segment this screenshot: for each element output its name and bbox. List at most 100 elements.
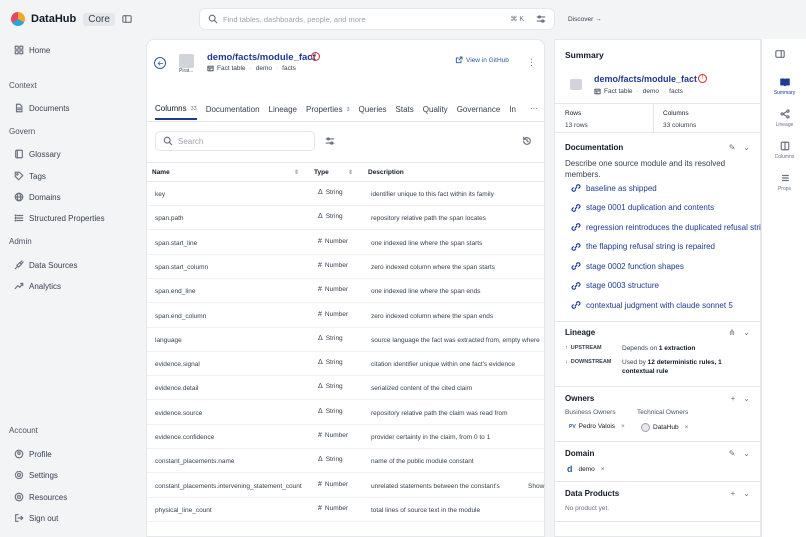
chevron-down-icon[interactable]: ⌄ (743, 449, 750, 458)
chevron-down-icon[interactable]: ⌄ (743, 328, 750, 337)
show-more-link[interactable]: Show (528, 483, 544, 490)
column-name: constant_placements.intervening_statemen… (155, 482, 302, 490)
sidebar-item-data-sources[interactable]: Data Sources (14, 260, 77, 270)
breadcrumb-demo[interactable]: demo (256, 65, 272, 72)
sidebar-item-domains[interactable]: Domains (14, 192, 61, 202)
rail-summary[interactable]: Summary (762, 77, 806, 96)
discover-link[interactable]: Discover → (568, 16, 602, 23)
global-search-input[interactable]: Find tables, dashboards, people, and mor… (199, 8, 555, 30)
tab-incidents[interactable]: In (509, 104, 516, 120)
chevron-down-icon[interactable]: ⌄ (743, 143, 750, 152)
divider (653, 104, 654, 134)
sidebar-item-resources[interactable]: Resources (14, 492, 67, 502)
string-type-icon: Δ (318, 213, 323, 221)
columns-search-input[interactable]: Search (155, 131, 315, 151)
table-row[interactable]: evidence.detail Δ String serialized content… (147, 376, 544, 401)
lineage-graph-icon[interactable]: ⋔ (729, 328, 736, 337)
edit-icon[interactable]: ✎ (729, 449, 736, 458)
owner-pill[interactable]: PV Pedro Valois × (569, 423, 625, 430)
sidebar-item-glossary[interactable]: Glossary (14, 149, 61, 159)
header-name[interactable]: Name (152, 169, 170, 176)
summary-entity-name[interactable]: demo/facts/module_fact (594, 74, 697, 84)
table-row[interactable]: span.end_column # Number zero indexed colum… (147, 304, 544, 328)
filter-icon[interactable] (325, 136, 335, 146)
upstream-text: UPSTREAM (570, 345, 602, 351)
plus-icon[interactable]: + (731, 394, 736, 403)
table-row[interactable]: language Δ String source language the fact … (147, 328, 544, 352)
documentation-link[interactable]: stage 0002 function shapes (571, 261, 684, 271)
more-vertical-icon[interactable]: ⋮ (527, 57, 536, 68)
sidebar-item-profile[interactable]: Profile (14, 449, 52, 459)
table-row[interactable]: key Δ String identifier unique to this fact… (147, 182, 544, 206)
documentation-link[interactable]: stage 0003 structure (571, 281, 659, 291)
warning-icon[interactable]: ! (311, 52, 320, 61)
tab-stats[interactable]: Stats (396, 104, 414, 120)
close-icon[interactable]: × (601, 466, 605, 473)
table-row[interactable]: evidence.signal Δ String citation identifie… (147, 352, 544, 377)
documentation-link[interactable]: contextual judgment with claude sonnet 5 (571, 300, 733, 310)
sidebar-item-settings[interactable]: Settings (14, 470, 58, 480)
sidebar-item-structured-properties[interactable]: Structured Properties (14, 213, 105, 223)
sidebar-item-label: Glossary (29, 149, 61, 159)
upstream-value[interactable]: Depends on 1 extraction (622, 344, 737, 353)
tab-governance[interactable]: Governance (457, 104, 501, 120)
sort-icon[interactable]: ⇕ (294, 169, 299, 176)
view-in-github-button[interactable]: View in GitHub (455, 56, 509, 64)
sort-icon[interactable]: ⇕ (348, 169, 353, 176)
tab-documentation[interactable]: Documentation (206, 104, 260, 120)
table-row[interactable]: span.start_line # Number one indexed line w… (147, 231, 544, 255)
tab-lineage[interactable]: Lineage (269, 104, 297, 120)
rail-columns[interactable]: Columns (762, 141, 806, 160)
number-type-icon: # (318, 310, 322, 318)
string-type-icon: Δ (318, 359, 323, 367)
edit-icon[interactable]: ✎ (729, 143, 736, 152)
table-row[interactable]: span.start_column # Number zero indexed col… (147, 255, 544, 279)
tab-queries[interactable]: Queries (359, 104, 387, 120)
table-row[interactable]: span.path Δ String repository relative path… (147, 206, 544, 231)
sidebar-item-sign-out[interactable]: Sign out (14, 513, 58, 523)
column-type-label: Number (324, 310, 349, 318)
rail-props[interactable]: Props (762, 173, 806, 192)
search-shortcut: ⌘ K (510, 16, 524, 23)
owner-pill[interactable]: DataHub × (641, 423, 688, 432)
documentation-link[interactable]: baseline as shipped (571, 183, 657, 193)
chevron-down-icon[interactable]: ⌄ (743, 489, 750, 498)
app-logo[interactable]: DataHub Core (11, 12, 115, 26)
table-row[interactable]: span.end_line # Number one indexed line whe… (147, 279, 544, 304)
domain-pill[interactable]: d demo × (567, 464, 605, 474)
tab-columns[interactable]: Columns 33 (155, 104, 197, 120)
tab-quality[interactable]: Quality (423, 104, 448, 120)
breadcrumb-facts[interactable]: facts (282, 65, 296, 72)
close-icon[interactable]: × (621, 423, 625, 430)
tab-properties[interactable]: Properties 3 (306, 104, 350, 120)
header-type[interactable]: Type (314, 169, 329, 176)
documentation-link[interactable]: stage 0001 duplication and contents (571, 203, 714, 213)
chevron-down-icon[interactable]: ⌄ (743, 394, 750, 403)
more-tabs-icon[interactable]: ⋯ (530, 104, 538, 113)
close-panel-icon[interactable] (775, 49, 785, 59)
table-row[interactable]: evidence.source Δ String repository relativ… (147, 401, 544, 425)
back-button[interactable] (154, 57, 166, 69)
documentation-heading: Documentation (565, 143, 624, 152)
sidebar-item-documents[interactable]: Documents (14, 103, 69, 113)
sidebar-collapse-icon[interactable] (122, 14, 132, 24)
plus-icon[interactable]: + (731, 489, 736, 498)
sidebar-item-analytics[interactable]: Analytics (14, 281, 61, 291)
history-icon[interactable] (522, 136, 532, 146)
table-row[interactable]: constant_placements.intervening_statemen… (147, 474, 544, 498)
close-icon[interactable]: × (685, 424, 689, 431)
downstream-value[interactable]: Used by 12 deterministic rules, 1 contex… (622, 358, 737, 376)
filter-sliders-icon[interactable] (536, 14, 546, 24)
table-row[interactable]: evidence.confidence # Number provider certa… (147, 425, 544, 449)
sidebar-item-home[interactable]: Home (14, 45, 50, 55)
documentation-link[interactable]: the flapping refusal string is repaired (571, 242, 715, 252)
documentation-link[interactable]: regression reintroduces the duplicated r… (571, 222, 770, 232)
summary-crumb-demo[interactable]: demo (643, 88, 659, 95)
table-row[interactable]: physical_line_count # Number total lines of… (147, 498, 544, 522)
table-row[interactable]: constant_placements.name Δ String name of t… (147, 449, 544, 474)
sidebar-item-tags[interactable]: Tags (14, 171, 46, 181)
summary-crumb-facts[interactable]: facts (669, 88, 683, 95)
warning-icon[interactable]: ! (698, 74, 707, 83)
column-description: name of the public module constant (371, 458, 474, 466)
rail-lineage[interactable]: Lineage (762, 109, 806, 128)
